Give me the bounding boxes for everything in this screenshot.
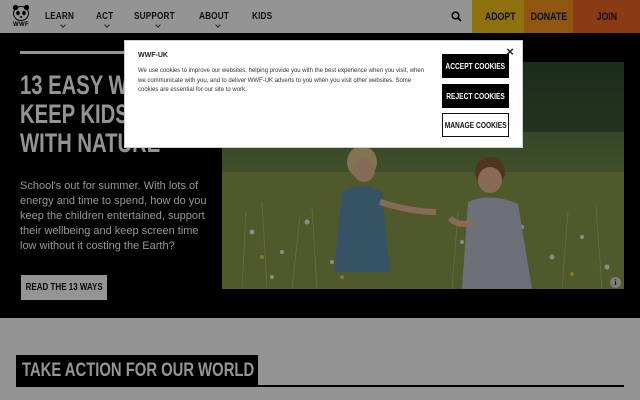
cookie-title: WWF-UK [138, 52, 168, 59]
cookie-message: We use cookies to improve our websites, … [138, 68, 425, 93]
manage-cookies-button[interactable]: MANAGE COOKIES [442, 113, 509, 137]
reject-cookies-label: REJECT COOKIES [446, 91, 505, 101]
accept-cookies-label: ACCEPT COOKIES [445, 61, 506, 71]
cookie-dialog: × WWF-UK We use cookies to improve our w… [124, 40, 523, 148]
reject-cookies-button[interactable]: REJECT COOKIES [442, 84, 509, 108]
accept-cookies-button[interactable]: ACCEPT COOKIES [442, 54, 509, 78]
manage-cookies-label: MANAGE COOKIES [444, 120, 507, 130]
